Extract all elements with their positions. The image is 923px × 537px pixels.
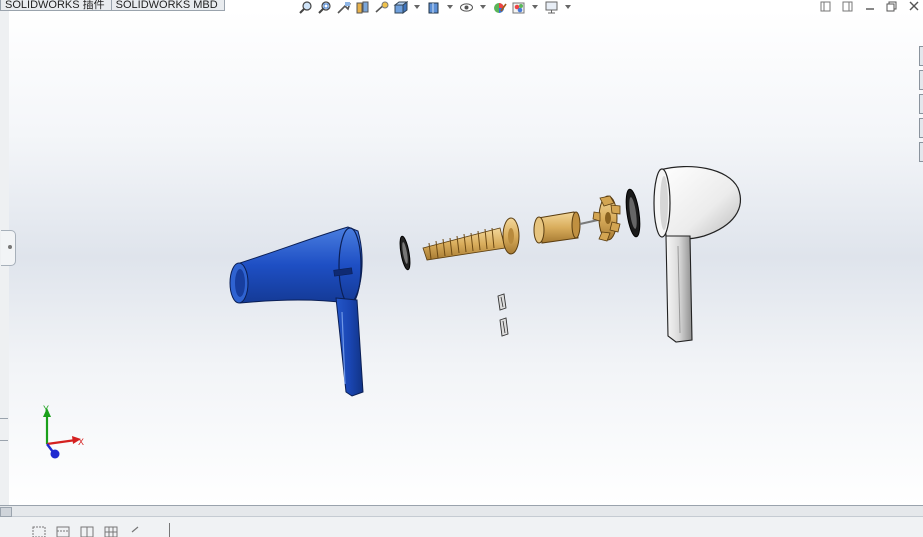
tile-right-icon[interactable]	[841, 0, 855, 12]
previous-view-icon[interactable]	[336, 1, 351, 14]
hide-show-items-dropdown[interactable]	[480, 5, 486, 9]
exploded-assembly-model: Y X	[43, 165, 741, 459]
layout-icon[interactable]	[80, 525, 94, 537]
handle-dot-icon	[8, 245, 12, 249]
toolbar-divider	[169, 523, 170, 537]
sketch-relations-icon[interactable]	[56, 525, 70, 537]
apply-scene-icon[interactable]	[511, 1, 526, 14]
heating-coil[interactable]	[422, 217, 520, 261]
horizontal-scrollbar[interactable]	[0, 506, 923, 517]
scrollbar-thumb[interactable]	[0, 507, 12, 517]
hide-show-items-icon[interactable]	[459, 1, 474, 14]
display-style-dropdown[interactable]	[447, 5, 453, 9]
front-housing-blue[interactable]	[229, 226, 364, 397]
split-view-icon[interactable]	[32, 525, 46, 537]
zoom-to-fit-icon[interactable]	[298, 0, 313, 14]
fan-impeller[interactable]	[592, 195, 621, 242]
minimize-icon[interactable]	[863, 0, 877, 12]
panel-collapse-handle[interactable]	[1, 230, 16, 266]
motor-body[interactable]	[533, 211, 599, 244]
window-controls	[819, 0, 921, 12]
display-style-icon[interactable]	[426, 1, 441, 14]
command-manager-tabs: SOLIDWORKS 插件 SOLIDWORKS MBD	[0, 0, 225, 11]
triad-y-label: Y	[43, 404, 49, 414]
rear-seal-ring[interactable]	[624, 188, 643, 238]
triad-x-label: X	[78, 437, 84, 447]
x-axis-arrow	[46, 438, 77, 446]
bottom-toolbar	[0, 505, 923, 537]
apply-scene-dropdown[interactable]	[532, 5, 538, 9]
tab-solidworks-addins[interactable]: SOLIDWORKS 插件	[0, 0, 112, 11]
view-settings-dropdown[interactable]	[565, 5, 571, 9]
close-icon[interactable]	[907, 0, 921, 12]
chevron-icon[interactable]	[128, 525, 142, 537]
rear-housing-white[interactable]	[653, 165, 741, 343]
tile-left-icon[interactable]	[819, 0, 833, 12]
view-orientation-dropdown[interactable]	[414, 5, 420, 9]
coordinate-triad: Y X	[43, 404, 84, 459]
heads-up-view-toolbar	[298, 0, 573, 14]
switch-contacts[interactable]	[497, 293, 509, 337]
section-view-icon[interactable]	[355, 1, 370, 14]
zoom-to-area-icon[interactable]	[317, 0, 332, 14]
dynamic-annotation-icon[interactable]	[374, 1, 389, 14]
grid-icon[interactable]	[104, 525, 118, 537]
front-seal-ring[interactable]	[398, 235, 412, 271]
restore-icon[interactable]	[885, 0, 899, 12]
edit-appearance-icon[interactable]	[492, 1, 507, 14]
view-settings-icon[interactable]	[544, 1, 559, 14]
view-orientation-icon[interactable]	[393, 0, 408, 14]
tab-solidworks-mbd[interactable]: SOLIDWORKS MBD	[111, 0, 225, 11]
